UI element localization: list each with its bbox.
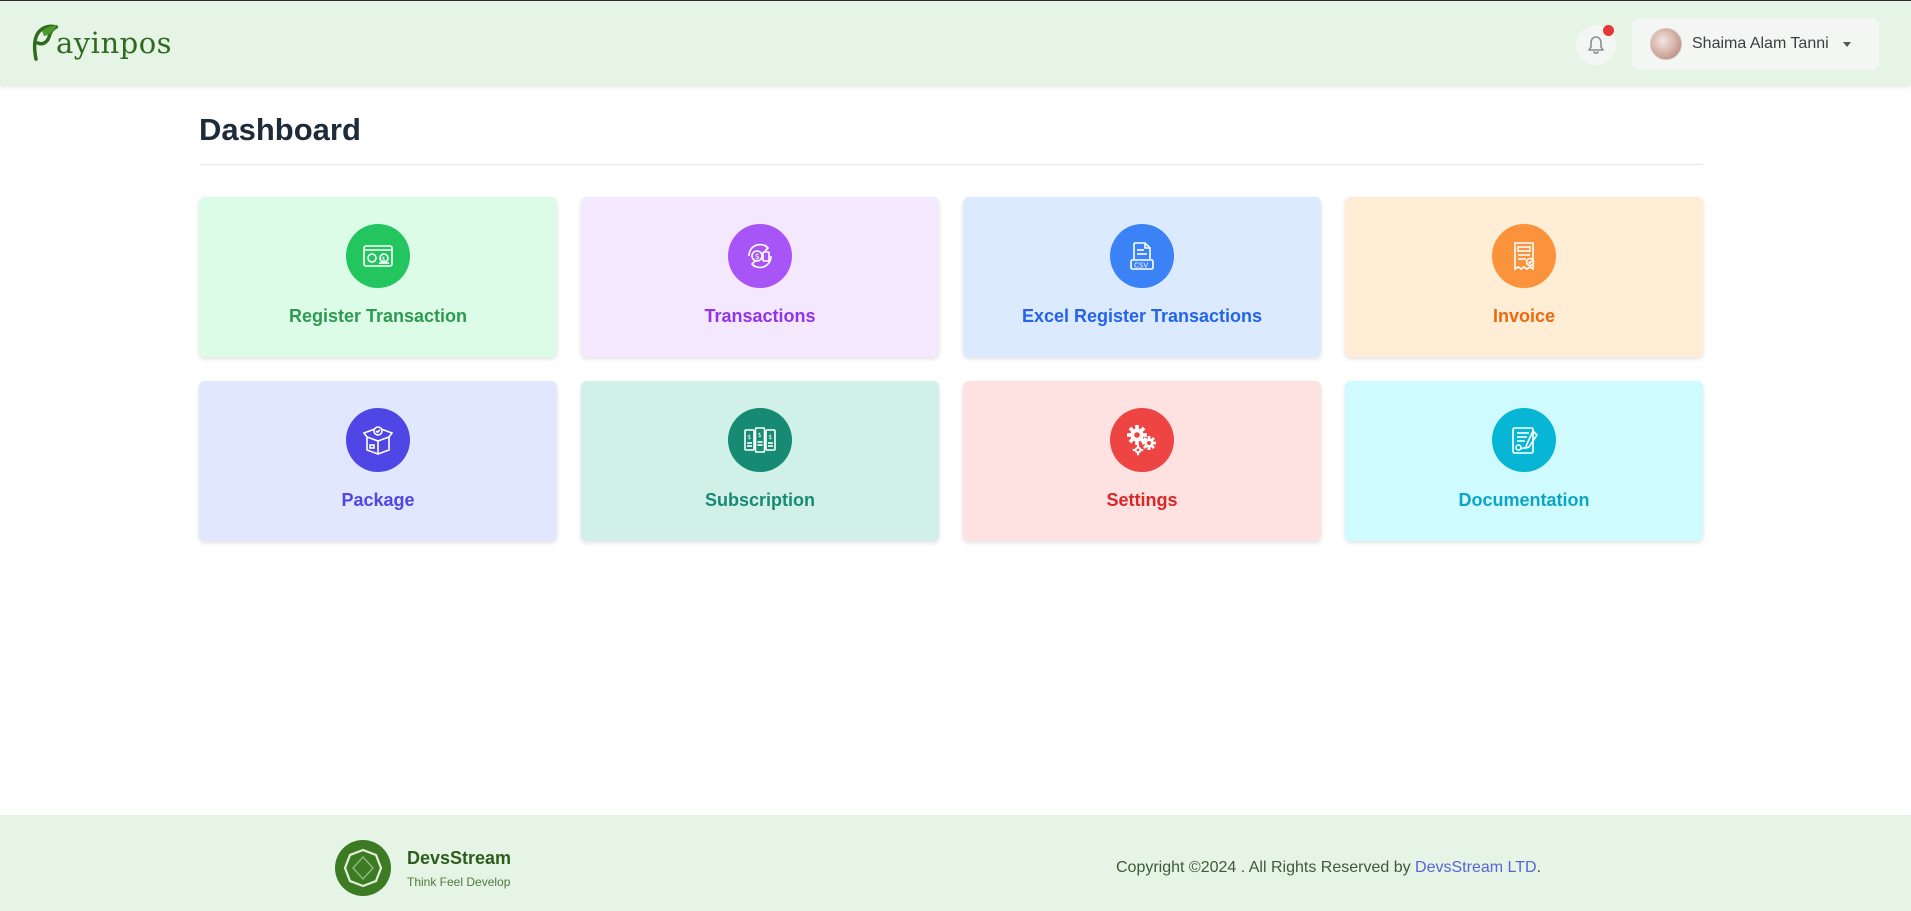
- svg-text:CSV: CSV: [1134, 262, 1148, 270]
- card-package[interactable]: Package: [199, 381, 557, 541]
- svg-text:$: $: [747, 434, 751, 441]
- logo-text: ayinpos: [56, 26, 173, 60]
- card-label: Excel Register Transactions: [1021, 306, 1263, 326]
- footer-tagline: Think Feel Develop: [407, 875, 511, 889]
- invoice-icon: [1492, 224, 1556, 288]
- card-settings[interactable]: Settings: [963, 381, 1321, 541]
- title-divider: [199, 164, 1703, 165]
- copyright-prefix: Copyright ©2024 . All Rights Reserved by: [1116, 859, 1416, 876]
- subscription-icon: $ $ $: [728, 408, 792, 472]
- user-name: Shaima Alam Tanni: [1692, 35, 1829, 52]
- card-label: Documentation: [1458, 490, 1590, 510]
- notification-badge: [1603, 25, 1614, 36]
- user-menu-dropdown[interactable]: Shaima Alam Tanni: [1632, 18, 1879, 70]
- card-label: Invoice: [1492, 306, 1556, 326]
- document-signature-icon: [1492, 408, 1556, 472]
- card-label: Subscription: [704, 490, 815, 510]
- footer-brand-name: DevsStream: [407, 848, 512, 868]
- leaf-p-logo-icon: [32, 24, 58, 61]
- gears-icon: [1110, 408, 1174, 472]
- card-documentation[interactable]: Documentation: [1345, 381, 1703, 541]
- footer-brand: DevsStream Think Feel Develop: [407, 848, 511, 889]
- page-title: Dashboard: [199, 112, 361, 147]
- avatar: [1650, 28, 1682, 60]
- svg-text:$: $: [755, 252, 760, 261]
- devsstream-ltd-link[interactable]: DevsStream LTD: [1415, 859, 1537, 876]
- card-register-transaction[interactable]: $ Register Transaction: [199, 197, 557, 357]
- devsstream-logo-icon[interactable]: [335, 840, 391, 896]
- card-subscription[interactable]: $ $ $ Subscription: [581, 381, 939, 541]
- csv-file-icon: CSV: [1110, 224, 1174, 288]
- svg-text:$: $: [382, 256, 386, 263]
- payinpos-logo[interactable]: ayinpos: [28, 23, 172, 63]
- cash-register-icon: $: [346, 224, 410, 288]
- chevron-down-icon: [1842, 41, 1851, 47]
- copyright-suffix: .: [1536, 859, 1542, 876]
- top-navbar: ayinpos Shaima Alam Tanni: [0, 0, 1911, 85]
- card-label: Package: [341, 490, 415, 510]
- card-label: Register Transaction: [288, 306, 468, 326]
- footer: DevsStream Think Feel Develop Copyright …: [0, 815, 1911, 911]
- card-label: Settings: [1106, 490, 1178, 510]
- dashboard-cards-grid: $ Register Transaction $ Transactions CS…: [199, 197, 1703, 541]
- copyright-text: Copyright ©2024 . All Rights Reserved by…: [1116, 859, 1541, 877]
- card-transactions[interactable]: $ Transactions: [581, 197, 939, 357]
- svg-text:$: $: [768, 434, 772, 441]
- svg-text:$: $: [758, 432, 762, 439]
- bell-icon: [1588, 36, 1604, 54]
- card-invoice[interactable]: Invoice: [1345, 197, 1703, 357]
- card-excel-register-transactions[interactable]: CSV Excel Register Transactions: [963, 197, 1321, 357]
- package-box-icon: [346, 408, 410, 472]
- card-label: Transactions: [704, 306, 816, 326]
- currency-exchange-icon: $: [728, 224, 792, 288]
- notifications-button[interactable]: [1576, 25, 1616, 65]
